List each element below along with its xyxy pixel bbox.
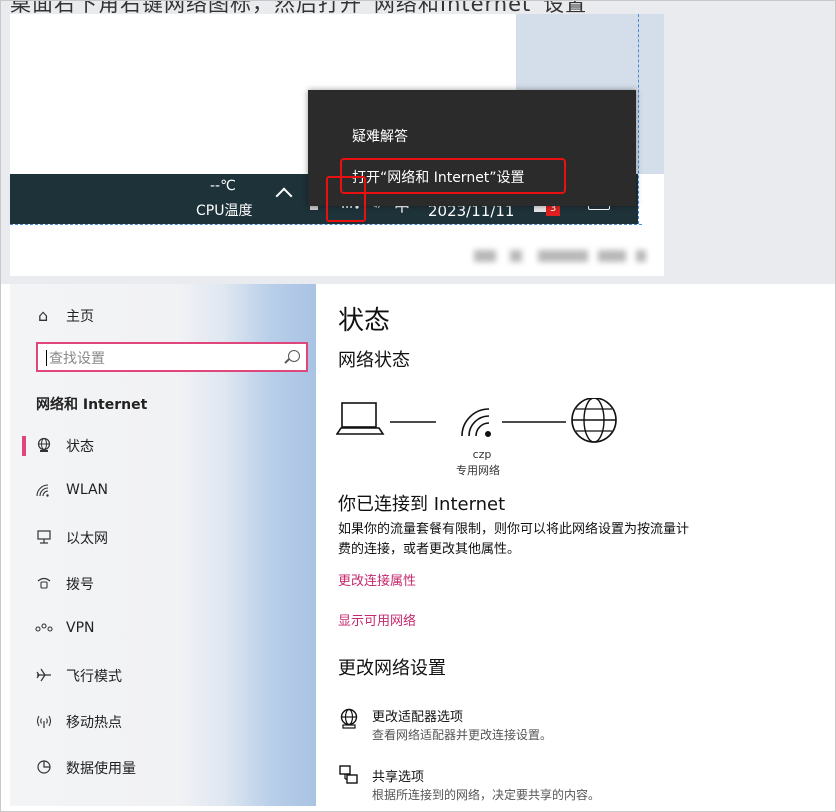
cpu-temp-value: --℃	[210, 178, 236, 194]
connection-description: 费的连接，或者更改其他属性。	[338, 542, 521, 557]
sharing-options-desc: 根据所连接到的网络，决定要共享的内容。	[372, 788, 601, 802]
sidebar-item-label: 拨号	[66, 577, 94, 593]
data-usage-icon	[37, 760, 51, 774]
search-placeholder: 查找设置	[49, 351, 105, 367]
sidebar-item-label: 数据使用量	[66, 761, 136, 777]
home-icon: ⌂	[38, 306, 49, 325]
sidebar-item-label: 状态	[66, 439, 94, 455]
sidebar-item-label: VPN	[66, 620, 95, 636]
show-networks-link[interactable]: 显示可用网络	[338, 610, 416, 629]
globe-icon	[37, 437, 51, 452]
connection-description: 如果你的流量套餐有限制，则你可以将此网络设置为按流量计	[338, 522, 690, 537]
sidebar-item-vpn[interactable]: VPN	[26, 618, 316, 642]
change-settings-heading: 更改网络设置	[338, 658, 446, 679]
wifi-icon	[36, 484, 49, 497]
cpu-temp-label: CPU温度	[196, 203, 253, 219]
sidebar-item-label: WLAN	[66, 482, 109, 498]
blurred-content	[470, 248, 646, 264]
taskbar-screenshot: 桌面右下角右键网络图标，然后打开“网络和Internet”设置 --℃ CPU温…	[0, 0, 836, 284]
airplane-icon	[36, 668, 51, 682]
network-name: czp	[472, 448, 492, 461]
selection-border	[638, 14, 639, 224]
globe-icon	[571, 398, 617, 443]
dialup-icon	[37, 577, 51, 589]
hotspot-icon	[36, 715, 52, 728]
sidebar-item-status[interactable]: 状态	[26, 434, 316, 458]
adapter-options-desc: 查看网络适配器并更改连接设置。	[372, 728, 553, 742]
sidebar-item-airplane[interactable]: 飞行模式	[26, 664, 316, 688]
menu-item-label: 打开“网络和 Internet”设置	[352, 170, 525, 186]
sidebar-item-wlan[interactable]: WLAN	[26, 480, 316, 504]
wifi-icon-highlight	[326, 176, 366, 222]
sidebar-section-title: 网络和 Internet	[36, 397, 148, 413]
adapter-globe-icon	[340, 708, 358, 729]
network-type: 专用网络	[456, 464, 500, 477]
change-properties-link[interactable]: 更改连接属性	[338, 570, 416, 589]
sharing-icon	[339, 765, 358, 784]
laptop-icon	[336, 402, 385, 435]
wifi-icon	[461, 408, 491, 437]
sidebar-item-label: 飞行模式	[66, 669, 122, 685]
selection-border-bottom	[10, 224, 642, 225]
menu-item-open-network-settings[interactable]: 打开“网络和 Internet”设置	[340, 158, 566, 194]
ethernet-icon	[37, 530, 51, 544]
menu-item-troubleshoot[interactable]: 疑难解答	[352, 126, 408, 146]
connected-heading: 你已连接到 Internet	[338, 494, 506, 515]
sidebar-item-ethernet[interactable]: 以太网	[26, 526, 316, 550]
sidebar-item-data-usage[interactable]: 数据使用量	[26, 756, 316, 780]
settings-sidebar: ⌂ 主页 查找设置 网络和 Internet 状态 WLAN 以太网 拨号 VP…	[10, 284, 316, 806]
sidebar-home[interactable]: 主页	[66, 306, 94, 326]
sidebar-item-label: 移动热点	[66, 715, 122, 731]
text-caret	[46, 350, 47, 366]
search-icon[interactable]	[288, 350, 300, 362]
adapter-options-button[interactable]: 更改适配器选项	[372, 706, 463, 725]
sidebar-item-dialup[interactable]: 拨号	[26, 572, 316, 596]
sidebar-item-label: 以太网	[66, 531, 108, 547]
desktop-area: --℃ CPU温度 ◁) 中 2023/11/11 3 疑难解答 打开“网络和 …	[10, 14, 664, 276]
page-title: 状态	[338, 306, 391, 336]
settings-window: ⌂ 主页 查找设置 网络和 Internet 状态 WLAN 以太网 拨号 VP…	[0, 284, 836, 812]
sharing-options-button[interactable]: 共享选项	[372, 766, 424, 785]
sidebar-item-hotspot[interactable]: 移动热点	[26, 710, 316, 734]
network-status-heading: 网络状态	[338, 350, 410, 371]
vpn-icon	[35, 623, 53, 632]
search-input[interactable]: 查找设置	[36, 342, 308, 372]
